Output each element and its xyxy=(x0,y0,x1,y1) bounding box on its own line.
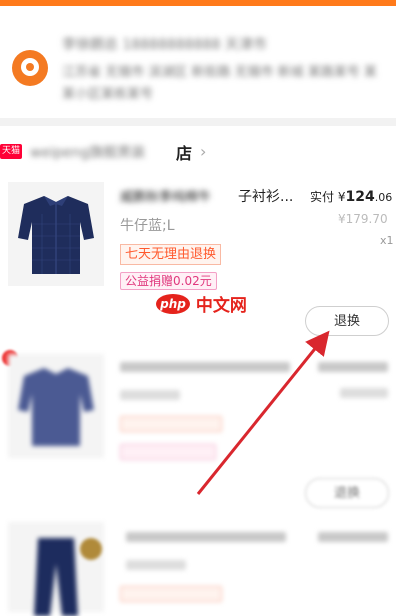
blurred-text xyxy=(120,390,180,400)
product-thumbnail xyxy=(8,354,104,458)
watermark-text: 中文网 xyxy=(195,296,247,316)
address-contact: 李徐朗总 18888888888 天津市 xyxy=(62,37,267,53)
item-quantity: x1 xyxy=(380,234,394,247)
section-divider xyxy=(0,118,396,126)
address-card[interactable]: 李徐朗总 18888888888 天津市 江苏省 无锡市 滨湖区 新街路 无锡市… xyxy=(0,6,396,118)
tmall-badge: 天猫 xyxy=(0,144,22,159)
watermark-logo: php xyxy=(156,293,190,314)
item-title-blurred: 威鹏秋季纯棉牛 xyxy=(120,190,212,205)
return-exchange-button[interactable]: 退换 xyxy=(305,478,389,508)
gold-badge-icon xyxy=(80,538,102,560)
original-price: ¥179.70 xyxy=(338,212,388,226)
shop-name-blurred: weipeng旗舰男装 xyxy=(30,145,146,161)
blurred-text xyxy=(126,532,286,542)
product-thumbnail[interactable] xyxy=(8,182,104,286)
item-sku: 牛仔蓝;L xyxy=(120,218,175,234)
product-thumbnail xyxy=(8,522,104,616)
blurred-item-row[interactable] xyxy=(0,512,396,616)
location-pin-icon xyxy=(12,50,48,86)
paid-label: 实付 xyxy=(310,190,335,204)
blurred-text xyxy=(126,560,186,570)
return-exchange-button[interactable]: 退换 xyxy=(305,306,389,336)
blurred-tag xyxy=(120,586,222,602)
charity-tag: 公益捐赠0.02元 xyxy=(120,272,217,290)
blurred-text xyxy=(120,362,290,372)
address-detail: 江苏省 无锡市 滨湖区 新街路 无锡市 新城 某路某号 某某小区某栋某号 xyxy=(62,65,377,102)
item-title[interactable]: 子衬衫... xyxy=(238,186,293,206)
watermark: php 中文网 xyxy=(156,291,247,316)
paid-decimal: .06 xyxy=(374,191,393,204)
return-policy-tag: 七天无理由退换 xyxy=(120,244,222,265)
blurred-tag xyxy=(120,444,216,460)
shop-header[interactable]: 天猫 weipeng旗舰男装 店 › xyxy=(0,140,396,166)
paid-amount: 124 xyxy=(345,189,375,205)
chevron-right-icon: › xyxy=(200,142,207,161)
shirt-image xyxy=(18,368,94,446)
shop-name: 店 xyxy=(176,144,193,163)
shirt-image xyxy=(18,196,94,274)
blurred-text xyxy=(318,362,388,372)
paid-price: 实付 ¥124.06 xyxy=(310,188,392,205)
blurred-text xyxy=(340,388,388,398)
blurred-tag xyxy=(120,416,222,432)
blurred-text xyxy=(318,532,388,542)
